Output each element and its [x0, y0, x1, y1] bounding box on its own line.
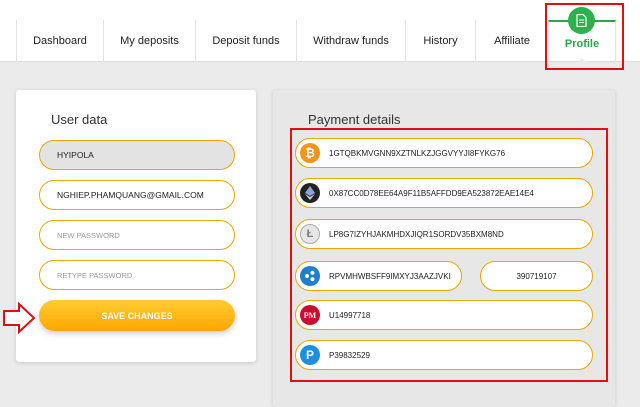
save-changes-button[interactable]: SAVE CHANGES	[39, 300, 235, 331]
tab-my-deposits[interactable]: My deposits	[103, 20, 195, 62]
retype-password-field[interactable]: RETYPE PASSWORD	[39, 260, 235, 290]
pointer-arrow-icon	[3, 302, 36, 334]
new-password-field[interactable]: NEW PASSWORD	[39, 220, 235, 250]
tab-history[interactable]: History	[405, 20, 475, 62]
email-field[interactable]: NGHIEP.PHAMQUANG@GMAIL.COM	[39, 180, 235, 210]
tab-affiliate[interactable]: Affiliate	[475, 20, 548, 62]
payment-details-title: Payment details	[308, 112, 401, 127]
user-data-card: User data HYIPOLA NGHIEP.PHAMQUANG@GMAIL…	[16, 90, 256, 362]
payment-highlight-box	[290, 128, 608, 382]
username-field[interactable]: HYIPOLA	[39, 140, 235, 170]
tab-deposit-funds[interactable]: Deposit funds	[195, 20, 296, 62]
user-data-title: User data	[51, 112, 108, 127]
profile-highlight-box	[545, 3, 624, 70]
tab-withdraw-funds[interactable]: Withdraw funds	[296, 20, 405, 62]
top-navigation: Dashboard My deposits Deposit funds With…	[0, 0, 640, 62]
tab-dashboard[interactable]: Dashboard	[16, 20, 103, 62]
